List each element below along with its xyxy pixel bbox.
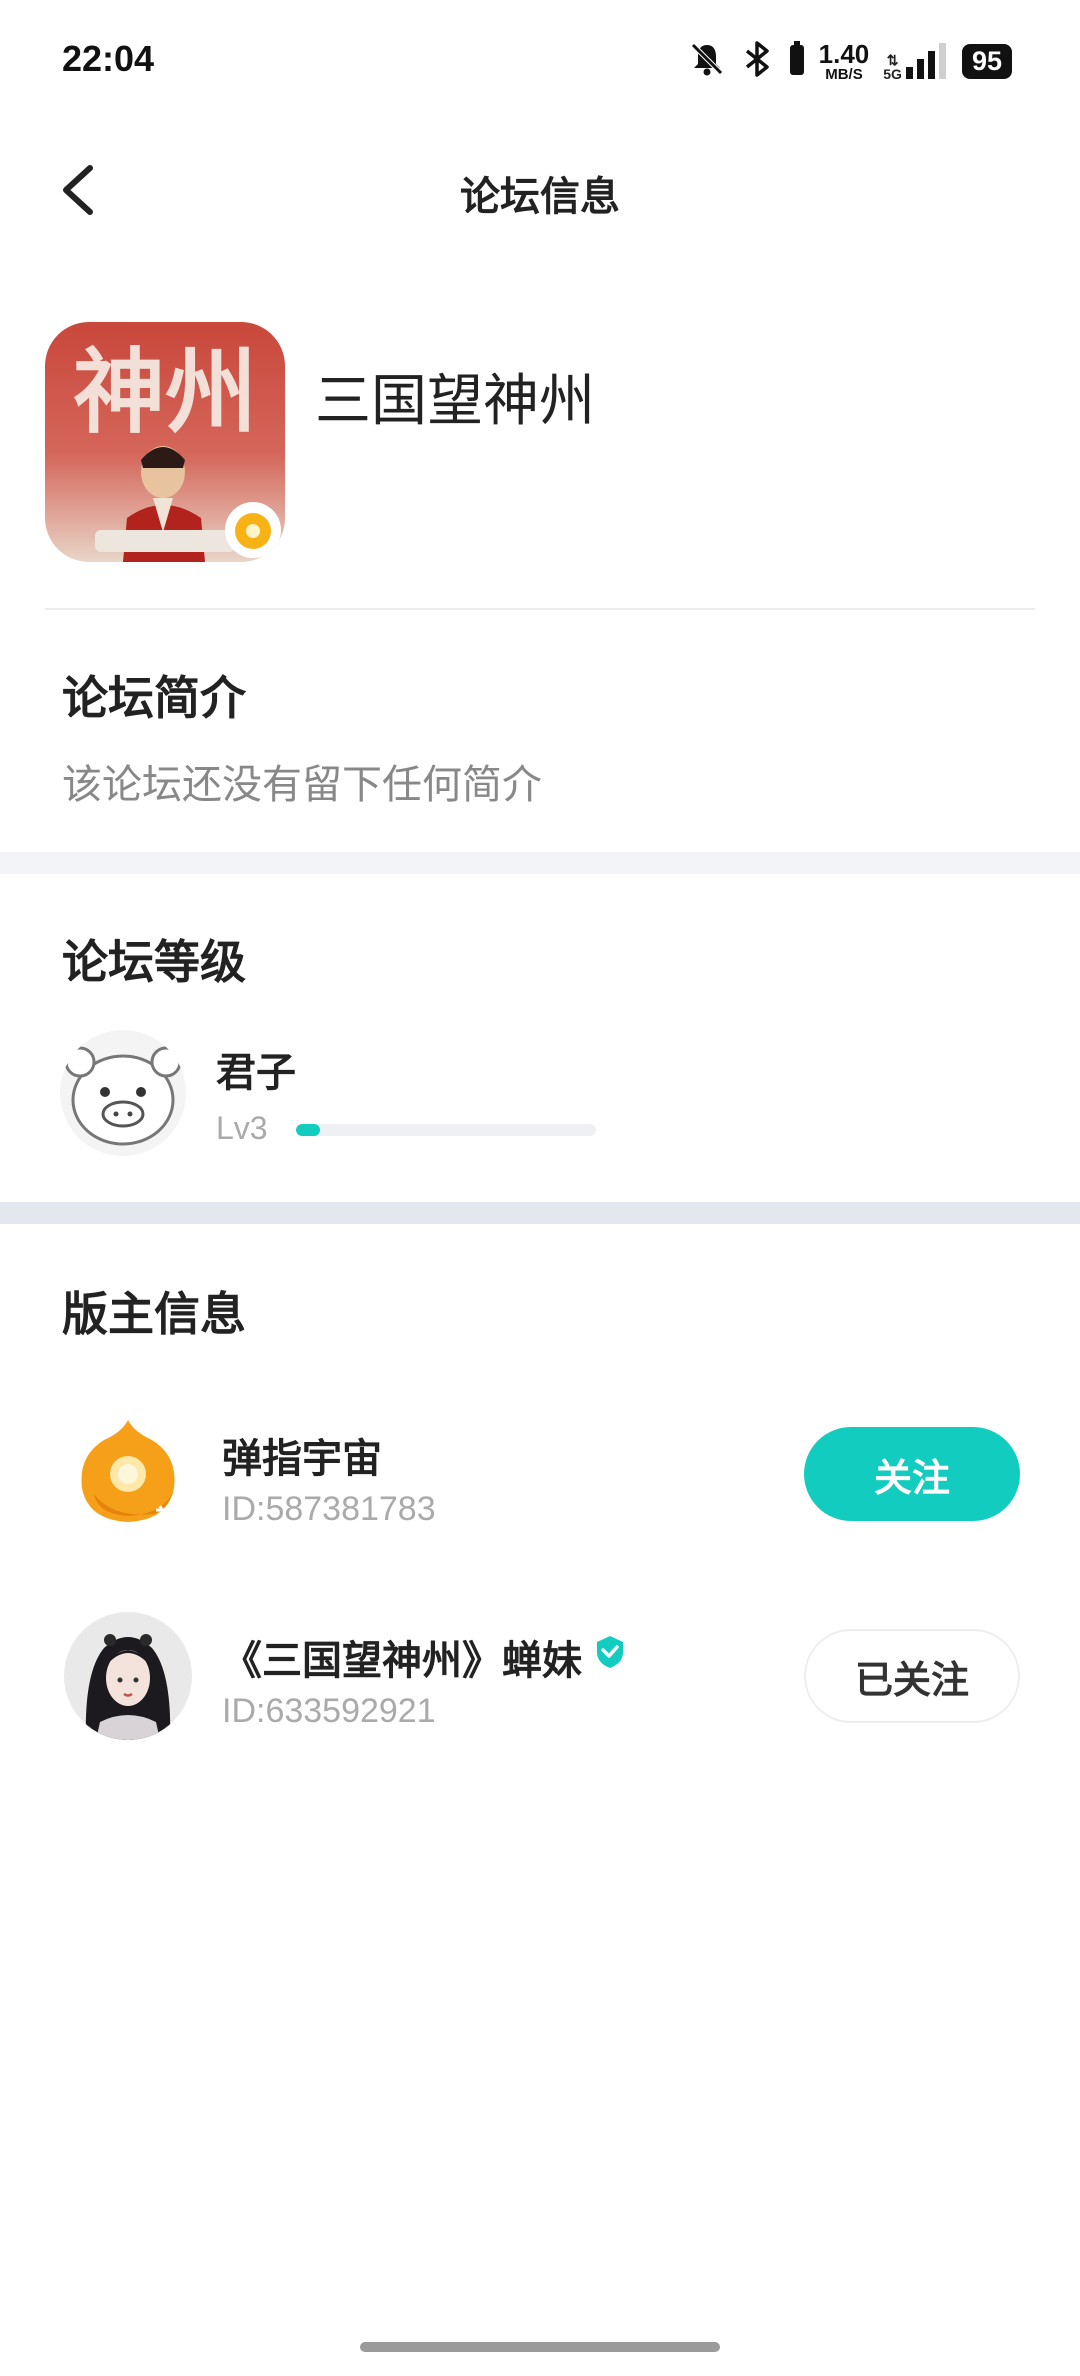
- moderator-name-text: 弹指宇宙: [222, 1436, 382, 1482]
- section-separator: [0, 1202, 1080, 1224]
- status-bar: 22:04 1.40 MB/S ⇅ 5G 95: [0, 0, 1080, 120]
- mute-bell-icon: [687, 39, 727, 83]
- intro-title: 论坛简介: [62, 671, 246, 725]
- nav-bar: 论坛信息: [0, 140, 1080, 240]
- level-number: Lv3: [216, 1110, 268, 1146]
- moderator-name: 弹指宇宙: [222, 1426, 382, 1484]
- avatar[interactable]: [64, 1410, 192, 1538]
- forum-avatar-text: 神州: [73, 338, 257, 446]
- divider: [45, 608, 1035, 610]
- net-speed-unit: MB/S: [825, 65, 863, 83]
- verified-icon: [592, 1634, 628, 1680]
- intro-text: 该论坛还没有留下任何简介: [62, 762, 542, 808]
- follow-button[interactable]: 关注: [804, 1427, 1020, 1521]
- status-icons: 1.40 MB/S ⇅ 5G 95: [687, 36, 1012, 86]
- bluetooth-icon: [741, 39, 775, 83]
- level-progress-bar: [296, 1124, 596, 1136]
- list-item: 《三国望神州》蝉妹 ID:633592921 已关注: [0, 1606, 1080, 1746]
- avatar[interactable]: [64, 1612, 192, 1740]
- level-name: 君子: [216, 1050, 296, 1096]
- home-indicator[interactable]: [360, 2342, 720, 2352]
- network-type: 5G: [883, 66, 902, 82]
- battery-saver-icon: [789, 41, 805, 81]
- battery-level: 95: [961, 43, 1012, 79]
- section-separator: [0, 852, 1080, 874]
- list-item: 弹指宇宙 ID:587381783 关注: [0, 1404, 1080, 1544]
- forum-header: 神州 三国望神州: [45, 322, 1035, 564]
- status-time: 22:04: [62, 38, 155, 79]
- moderator-id: ID:633592921: [222, 1692, 436, 1730]
- page-title: 论坛信息: [460, 174, 620, 220]
- avatar[interactable]: [60, 1030, 186, 1156]
- following-button[interactable]: 已关注: [804, 1629, 1020, 1723]
- net-speed: 1.40 MB/S: [819, 41, 870, 82]
- level-title: 论坛等级: [62, 935, 246, 989]
- signal-icon: ⇅ 5G: [883, 41, 948, 81]
- forum-name: 三国望神州: [315, 369, 595, 434]
- forum-badge-icon: [225, 502, 281, 558]
- moderators-title: 版主信息: [62, 1287, 246, 1341]
- moderator-id: ID:587381783: [222, 1490, 436, 1528]
- net-speed-value: 1.40: [818, 38, 870, 69]
- moderator-name: 《三国望神州》蝉妹: [222, 1628, 628, 1686]
- forum-avatar[interactable]: 神州: [45, 322, 285, 562]
- level-progress-fill: [296, 1124, 320, 1136]
- moderator-name-text: 《三国望神州》蝉妹: [222, 1638, 582, 1684]
